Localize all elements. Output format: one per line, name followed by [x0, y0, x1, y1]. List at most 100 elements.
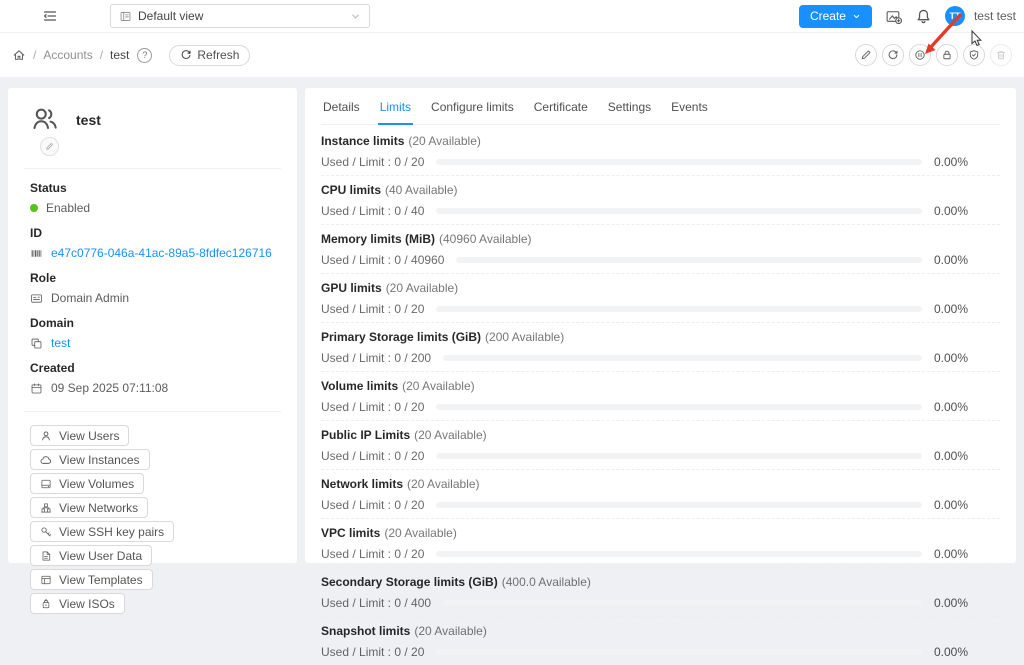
shield-check-icon	[968, 49, 980, 61]
home-icon[interactable]	[12, 48, 26, 62]
info-field-label: Created	[30, 361, 75, 375]
limit-used-value: Used / Limit : 0 / 40960	[321, 253, 445, 267]
limit-progress-bar	[436, 649, 922, 655]
user-icon	[40, 430, 52, 442]
user-name[interactable]: test test	[974, 9, 1016, 23]
limit-progress-bar	[443, 600, 922, 606]
view-button-label: View Users	[59, 428, 120, 443]
info-field-value: Enabled	[46, 201, 91, 215]
view-button-label: View Instances	[59, 452, 140, 467]
info-field-role: Role Domain Admin	[30, 271, 275, 305]
limit-used-value: Used / Limit : 0 / 20	[321, 645, 425, 659]
limit-title: Instance limits	[321, 134, 405, 148]
info-field-value[interactable]: e47c0776-046a-41ac-89a5-8fdfec126716	[51, 246, 272, 260]
edit-account-button[interactable]	[855, 44, 877, 66]
refresh-button-label: Refresh	[197, 48, 240, 62]
limit-available: (20 Available)	[414, 624, 487, 638]
edit-name-button[interactable]	[40, 137, 59, 156]
view-selector[interactable]: Default view	[110, 4, 370, 28]
menu-fold-icon[interactable]	[42, 8, 58, 24]
idcard-icon	[30, 292, 43, 305]
limit-available: (20 Available)	[385, 281, 459, 295]
delete-account-button	[990, 44, 1012, 66]
topbar-right: Create TT test test	[798, 4, 1024, 28]
view-buttons: View Users View Instances View Volumes View…	[30, 425, 275, 614]
limit-row: Memory limits (MiB) (40960 Available) Use…	[321, 225, 1000, 274]
lock-icon	[941, 49, 953, 61]
limit-percent: 0.00%	[934, 449, 969, 463]
cloud-icon	[40, 454, 52, 466]
view-isos-button[interactable]: View ISOs	[30, 593, 125, 614]
divider	[24, 168, 281, 169]
limit-title: Memory limits (MiB)	[321, 232, 436, 246]
tab-limits[interactable]: Limits	[377, 100, 414, 125]
view-button-label: View SSH key pairs	[59, 524, 165, 539]
info-field-created: Created 09 Sep 2025 07:11:08	[30, 361, 275, 395]
project-selector-icon[interactable]	[885, 8, 902, 25]
limit-available: (20 Available)	[384, 526, 457, 540]
limit-percent: 0.00%	[934, 547, 969, 561]
limit-row: Primary Storage limits (GiB) (200 Availab…	[321, 323, 1000, 372]
limit-row: Network limits (20 Available) Used / Limi…	[321, 470, 1000, 519]
refresh-button[interactable]: Refresh	[169, 44, 251, 66]
limit-percent: 0.00%	[934, 351, 969, 365]
tab-configure-limits[interactable]: Configure limits	[429, 100, 516, 124]
limit-title: Primary Storage limits (GiB)	[321, 330, 482, 344]
tab-details[interactable]: Details	[321, 100, 362, 124]
tab-settings[interactable]: Settings	[606, 100, 653, 124]
view-icon	[119, 10, 132, 23]
help-icon[interactable]	[137, 47, 153, 63]
file-text-icon	[40, 550, 52, 562]
info-field-value-row: e47c0776-046a-41ac-89a5-8fdfec126716	[30, 246, 275, 260]
certificate-button[interactable]	[963, 44, 985, 66]
info-field-label: Role	[30, 271, 57, 285]
notification-bell-icon[interactable]	[915, 8, 932, 25]
view-button-label: View Networks	[59, 500, 139, 515]
info-field-domain: Domain test	[30, 316, 275, 350]
limit-progress-bar	[436, 306, 922, 312]
update-resource-count-button[interactable]	[882, 44, 904, 66]
breadcrumb-accounts-link[interactable]: Accounts	[43, 48, 92, 62]
info-field-label: Domain	[30, 316, 75, 330]
limit-row: Instance limits (20 Available) Used / Lim…	[321, 127, 1000, 176]
breadcrumb-separator: /	[33, 48, 37, 62]
lock-account-button[interactable]	[936, 44, 958, 66]
view-volumes-button[interactable]: View Volumes	[30, 473, 145, 494]
disable-account-button[interactable]	[909, 44, 931, 66]
info-field-value[interactable]: test	[51, 336, 70, 350]
info-field-id: ID e47c0776-046a-41ac-89a5-8fdfec126716	[30, 226, 275, 260]
info-field-value-row: Enabled	[30, 201, 275, 215]
limit-title: Secondary Storage limits (GiB)	[321, 575, 498, 589]
avatar[interactable]: TT	[944, 6, 965, 26]
limit-row: Public IP Limits (20 Available) Used / Li…	[321, 421, 1000, 470]
tab-certificate[interactable]: Certificate	[532, 100, 590, 124]
limit-row: Volume limits (20 Available) Used / Limit…	[321, 372, 1000, 421]
limit-percent: 0.00%	[934, 155, 969, 169]
template-icon	[40, 574, 52, 586]
limit-progress-bar	[443, 355, 922, 361]
info-field-value: 09 Sep 2025 07:11:08	[51, 381, 169, 395]
info-field-value: Domain Admin	[51, 291, 130, 305]
view-networks-button[interactable]: View Networks	[30, 497, 149, 518]
limit-progress-bar	[436, 551, 922, 557]
tab-events[interactable]: Events	[669, 100, 710, 124]
limit-percent: 0.00%	[934, 645, 969, 659]
view-ssh-key-pairs-button[interactable]: View SSH key pairs	[30, 521, 175, 542]
calendar-icon	[30, 382, 43, 395]
view-button-label: View Templates	[59, 572, 143, 587]
limit-title: Volume limits	[321, 379, 399, 393]
edit-icon	[45, 142, 54, 151]
account-detail-card: Details Limits Configure limits Certificate…	[305, 88, 1016, 659]
limit-available: (20 Available)	[407, 477, 480, 491]
view-instances-button[interactable]: View Instances	[30, 449, 150, 470]
view-templates-button[interactable]: View Templates	[30, 569, 153, 590]
limit-progress-bar	[436, 502, 922, 508]
limit-percent: 0.00%	[934, 253, 969, 267]
limit-title: VPC limits	[321, 526, 381, 540]
view-users-button[interactable]: View Users	[30, 425, 130, 446]
limit-row: Snapshot limits (20 Available) Used / Lim…	[321, 617, 1000, 665]
chevron-down-icon	[852, 12, 861, 21]
edit-icon	[860, 49, 872, 61]
create-button[interactable]: Create	[798, 4, 872, 28]
info-field-value-row: test	[30, 336, 275, 350]
